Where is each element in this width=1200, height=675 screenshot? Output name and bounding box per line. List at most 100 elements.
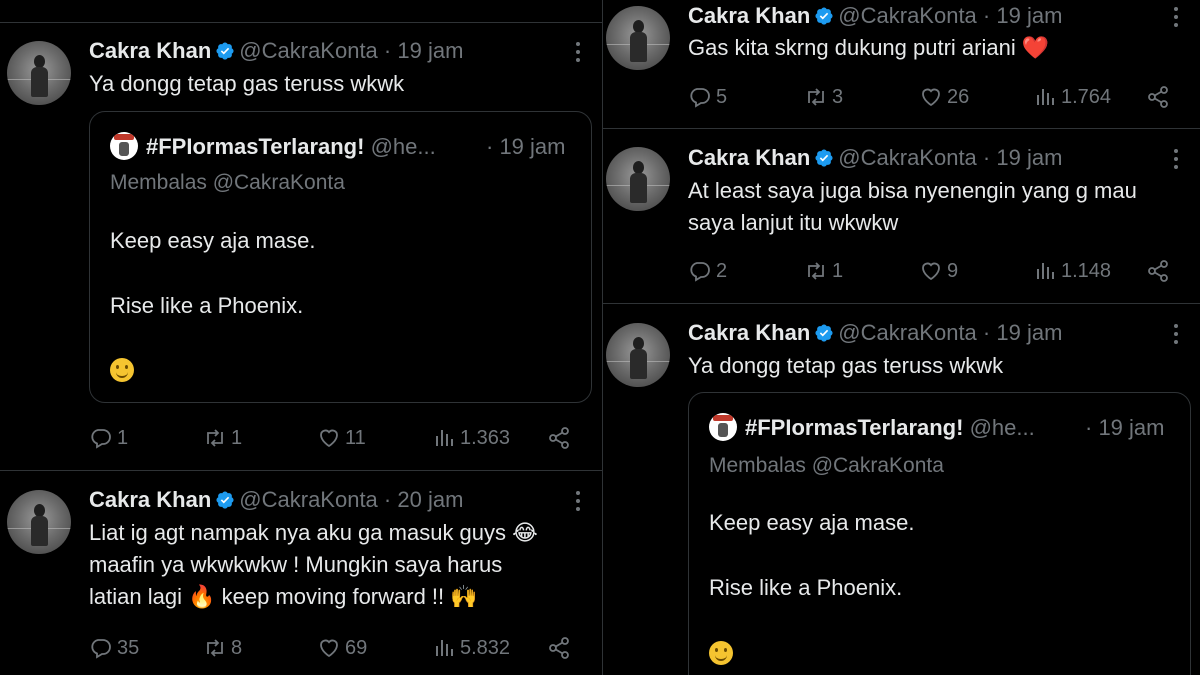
avatar[interactable]: [606, 147, 670, 211]
tweet-card[interactable]: Cakra Khan @CakraKonta · 19 jam Ya dongg …: [603, 304, 1200, 675]
avatar[interactable]: [7, 490, 71, 554]
author-handle[interactable]: @CakraKonta: [239, 38, 378, 63]
retweet-icon: [203, 426, 227, 450]
like-button[interactable]: 11: [317, 423, 366, 453]
dot-separator: ·: [383, 487, 392, 512]
quoted-tweet[interactable]: #FPIormasTerlarang! @he... · 19 jam Memb…: [89, 111, 592, 403]
author-name[interactable]: Cakra Khan: [688, 320, 810, 345]
views-button[interactable]: 1.148: [1033, 256, 1111, 286]
share-icon: [1146, 259, 1170, 283]
quoted-avatar: [110, 132, 138, 160]
quoted-author-handle: @he...: [370, 134, 436, 159]
views-button[interactable]: 5.832: [432, 633, 510, 663]
retweet-button[interactable]: 1: [203, 423, 242, 453]
reply-count: 5: [716, 85, 728, 108]
like-button[interactable]: 26: [919, 82, 969, 112]
reply-icon: [89, 426, 113, 450]
avatar[interactable]: [606, 6, 670, 70]
quoted-reply-context: Membalas @CakraKonta: [709, 454, 944, 477]
tweet-card[interactable]: Cakra Khan @CakraKonta · 19 jam At least …: [603, 129, 1200, 303]
dot-separator: ·: [982, 145, 991, 170]
share-button[interactable]: [1146, 256, 1174, 286]
avatar[interactable]: [7, 41, 71, 105]
reply-button[interactable]: 2: [688, 256, 727, 286]
retweet-count: 1: [832, 259, 844, 282]
dot-separator: ·: [982, 320, 991, 345]
retweet-button[interactable]: 1: [804, 256, 843, 286]
view-count: 1.148: [1061, 259, 1112, 282]
quoted-tweet[interactable]: #FPIormasTerlarang! @he... · 19 jam Memb…: [688, 392, 1191, 675]
tweet-card[interactable]: Cakra Khan @CakraKonta · 19 jam Ya dongg …: [0, 23, 602, 470]
smile-emoji: [110, 358, 134, 383]
tweet-text-line: At least saya juga bisa nyenengin yang g…: [688, 178, 1137, 203]
author-name[interactable]: Cakra Khan: [688, 3, 810, 28]
like-count: 9: [947, 259, 959, 282]
retweet-button[interactable]: 3: [804, 82, 843, 112]
author-name[interactable]: Cakra Khan: [89, 38, 211, 63]
more-icon[interactable]: [568, 40, 588, 66]
quoted-text-line: Rise like a Phoenix.: [110, 293, 304, 318]
reply-icon: [688, 85, 712, 109]
tweet-time[interactable]: 19 jam: [996, 320, 1062, 345]
quoted-header: #FPIormasTerlarang! @he...: [146, 134, 436, 160]
like-button[interactable]: 69: [317, 633, 367, 663]
like-count: 26: [947, 85, 970, 108]
tweet-header: Cakra Khan @CakraKonta · 19 jam: [89, 38, 463, 64]
avatar[interactable]: [606, 323, 670, 387]
heart-icon: [317, 426, 341, 450]
views-icon: [432, 426, 456, 450]
views-button[interactable]: 1.363: [432, 423, 510, 453]
quoted-author-name: #FPIormasTerlarang!: [146, 134, 365, 159]
more-icon[interactable]: [1166, 322, 1186, 348]
tweet-text-line: latian lagi 🔥 keep moving forward !! 🙌: [89, 584, 478, 609]
tweet-text-line: saya lanjut itu wkwkw: [688, 210, 899, 235]
tweet-card[interactable]: Cakra Khan @CakraKonta · 20 jam Liat ig a…: [0, 471, 602, 675]
like-button[interactable]: 9: [919, 256, 958, 286]
quoted-header: #FPIormasTerlarang! @he...: [745, 415, 1035, 441]
tweet-actions: 5 3 26 1.764: [688, 82, 1178, 112]
share-button[interactable]: [547, 633, 575, 663]
laughing-emoji: 😂: [512, 520, 538, 545]
share-button[interactable]: [547, 423, 575, 453]
reply-button[interactable]: 35: [89, 633, 139, 663]
share-icon: [547, 426, 571, 450]
reply-icon: [688, 259, 712, 283]
tweet-time[interactable]: 19 jam: [397, 38, 463, 63]
views-icon: [1033, 259, 1057, 283]
author-handle[interactable]: @CakraKonta: [239, 487, 378, 512]
retweet-icon: [804, 259, 828, 283]
views-button[interactable]: 1.764: [1033, 82, 1111, 112]
more-icon[interactable]: [1166, 5, 1186, 31]
tweet-time[interactable]: 19 jam: [996, 145, 1062, 170]
raised-hands-emoji: 🙌: [450, 584, 478, 609]
retweet-button[interactable]: 8: [203, 633, 242, 663]
tweet-card[interactable]: Cakra Khan @CakraKonta · 19 jam Gas kita …: [603, 0, 1200, 128]
views-icon: [1033, 85, 1057, 109]
heart-icon: [919, 85, 943, 109]
tweet-header: Cakra Khan @CakraKonta · 20 jam: [89, 487, 463, 513]
tweet-text: Gas kita skrng dukung putri ariani ❤️: [688, 35, 1050, 60]
reply-button[interactable]: 1: [89, 423, 128, 453]
tweet-time[interactable]: 20 jam: [397, 487, 463, 512]
verified-badge-icon: [215, 41, 235, 61]
retweet-count: 3: [832, 85, 844, 108]
share-button[interactable]: [1146, 82, 1174, 112]
views-icon: [432, 636, 456, 660]
author-name[interactable]: Cakra Khan: [688, 145, 810, 170]
quoted-reply-context: Membalas @CakraKonta: [110, 171, 345, 194]
dot-separator: ·: [982, 3, 991, 28]
tweet-time[interactable]: 19 jam: [996, 3, 1062, 28]
author-handle[interactable]: @CakraKonta: [838, 145, 977, 170]
heart-icon: [919, 259, 943, 283]
author-handle[interactable]: @CakraKonta: [838, 320, 977, 345]
more-icon[interactable]: [1166, 147, 1186, 173]
author-handle[interactable]: @CakraKonta: [838, 3, 977, 28]
reply-button[interactable]: 5: [688, 82, 727, 112]
more-icon[interactable]: [568, 489, 588, 515]
author-name[interactable]: Cakra Khan: [89, 487, 211, 512]
verified-badge-icon: [814, 6, 834, 26]
reply-count: 2: [716, 259, 728, 282]
left-timeline-column: Cakra Khan @CakraKonta · 19 jam Ya dongg …: [0, 0, 602, 675]
tweet-text: Ya dongg tetap gas teruss wkwk: [89, 71, 405, 96]
verified-badge-icon: [215, 490, 235, 510]
